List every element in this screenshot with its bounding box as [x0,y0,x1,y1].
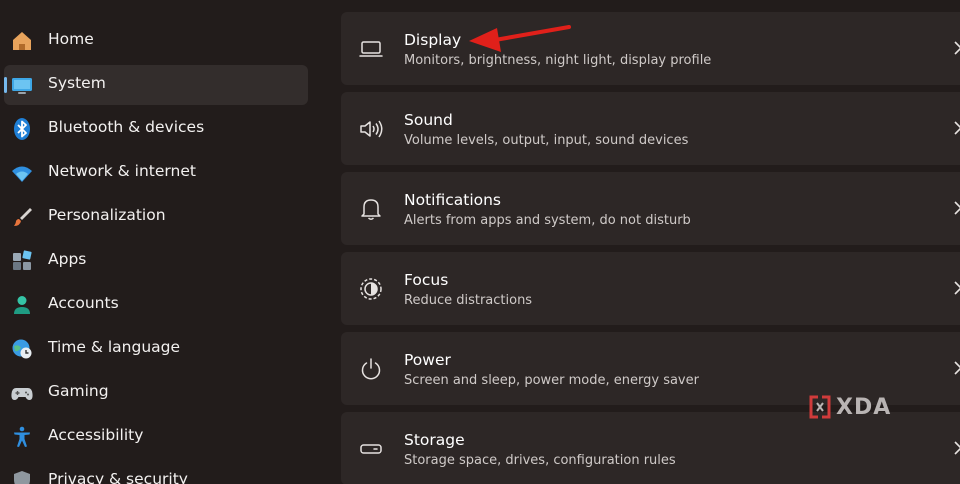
chevron-right-icon [954,441,960,455]
card-subtitle: Volume levels, output, input, sound devi… [404,133,689,148]
storage-icon [358,436,384,462]
sidebar-item-bluetooth[interactable]: Bluetooth & devices [4,109,308,149]
sidebar-item-label: Network & internet [48,162,196,180]
sidebar-item-label: Apps [48,250,87,268]
settings-card-storage[interactable]: Storage Storage space, drives, configura… [341,412,960,484]
card-title: Storage [404,431,465,449]
bluetooth-icon [10,117,34,141]
sidebar-item-home[interactable]: Home [4,21,308,61]
sidebar-item-personalization[interactable]: Personalization [4,197,308,237]
person-icon [10,293,34,317]
card-subtitle: Storage space, drives, configuration rul… [404,453,676,468]
sidebar-item-network[interactable]: Network & internet [4,153,308,193]
watermark-text: XDA [836,394,892,420]
sidebar-item-label: Home [48,30,94,48]
sidebar-item-label: Accounts [48,294,119,312]
settings-card-sound[interactable]: Sound Volume levels, output, input, soun… [341,92,960,165]
sidebar-item-label: Gaming [48,382,109,400]
sidebar-item-accounts[interactable]: Accounts [4,285,308,325]
annotation-arrow [469,25,571,52]
gamepad-icon [10,381,34,405]
chevron-right-icon [954,201,960,215]
chevron-right-icon [954,121,960,135]
card-title: Display [404,31,462,49]
card-subtitle: Alerts from apps and system, do not dist… [404,213,691,228]
sidebar-item-privacy-security[interactable]: Privacy & security [4,461,308,484]
sidebar-item-gaming[interactable]: Gaming [4,373,308,413]
chevron-right-icon [954,41,960,55]
sidebar-item-system[interactable]: System [4,65,308,105]
card-subtitle: Reduce distractions [404,293,533,308]
card-title: Focus [404,271,449,289]
settings-card-focus[interactable]: Focus Reduce distractions [341,252,960,325]
accessibility-icon [10,425,34,449]
sidebar-item-accessibility[interactable]: Accessibility [4,417,308,457]
sidebar-item-label: Time & language [48,338,181,356]
card-title: Sound [404,111,453,129]
power-icon [358,356,384,382]
focus-icon [358,276,384,302]
apps-icon [10,249,34,273]
settings-card-display[interactable]: Display Monitors, brightness, night ligh… [341,12,960,85]
xda-logo-icon [809,395,831,419]
card-subtitle: Screen and sleep, power mode, energy sav… [404,373,699,388]
home-icon [10,29,34,53]
chevron-right-icon [954,281,960,295]
paintbrush-icon [10,205,34,229]
settings-card-notifications[interactable]: Notifications Alerts from apps and syste… [341,172,960,245]
xda-watermark: XDA [808,393,891,421]
globe-clock-icon [10,337,34,361]
wifi-icon [10,161,34,185]
chevron-right-icon [954,361,960,375]
speaker-icon [358,116,384,142]
navigation-sidebar: Home System Bluetooth & devices Network … [0,0,320,484]
sidebar-item-label: Privacy & security [48,470,188,484]
sidebar-item-label: System [48,74,106,92]
display-icon [358,36,384,62]
sidebar-item-apps[interactable]: Apps [4,241,308,281]
sidebar-item-label: Accessibility [48,426,144,444]
sidebar-item-time-language[interactable]: Time & language [4,329,308,369]
monitor-icon [10,73,34,97]
active-indicator [4,77,7,93]
shield-icon [10,469,34,484]
sidebar-item-label: Bluetooth & devices [48,118,205,136]
card-title: Notifications [404,191,502,209]
sidebar-item-label: Personalization [48,206,166,224]
bell-icon [358,196,384,222]
card-title: Power [404,351,451,369]
